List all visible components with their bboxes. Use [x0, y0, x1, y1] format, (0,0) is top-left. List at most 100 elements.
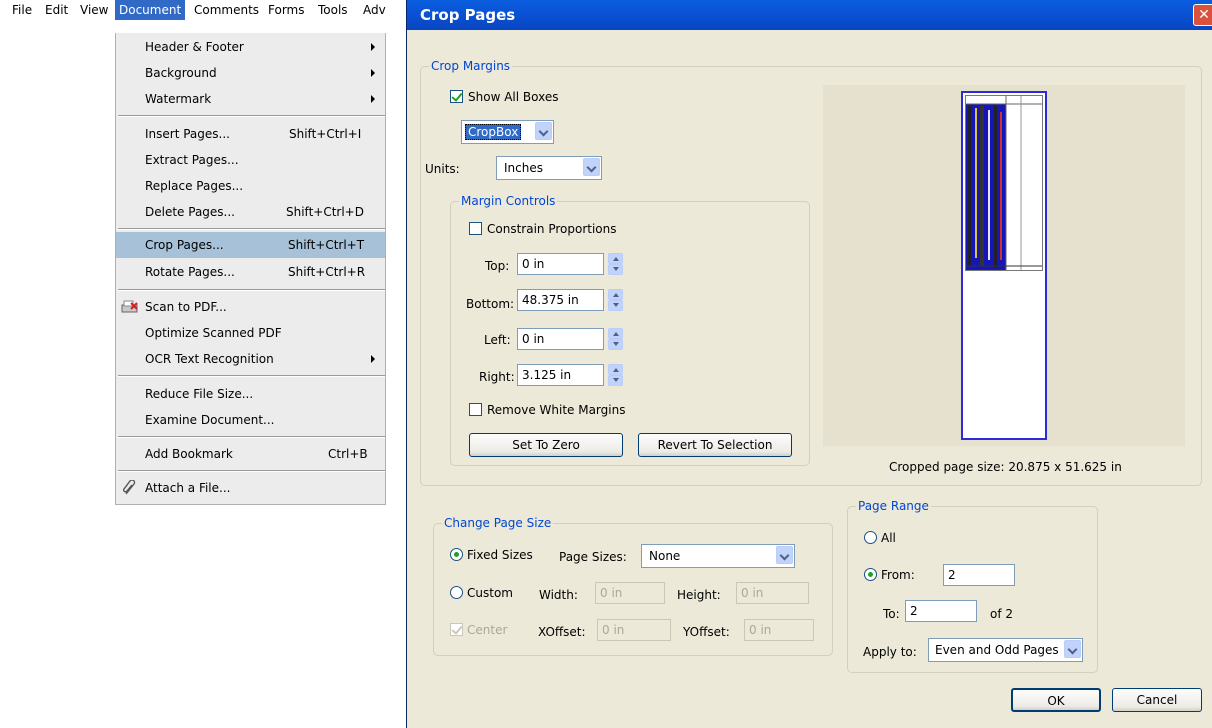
stepper-down-icon[interactable]	[608, 375, 623, 386]
menu-item-label: Scan to PDF...	[145, 300, 227, 314]
to-label: To:	[883, 607, 900, 621]
menu-edit[interactable]: Edit	[45, 3, 68, 17]
menu-file[interactable]: File	[12, 3, 32, 17]
page-range-legend: Page Range	[856, 499, 931, 513]
stepper-up-icon[interactable]	[608, 289, 623, 300]
constrain-proportions-checkbox[interactable]	[469, 222, 482, 235]
chevron-down-icon[interactable]	[1064, 640, 1081, 658]
menu-item-label: OCR Text Recognition	[145, 352, 274, 366]
chevron-down-icon[interactable]	[776, 546, 793, 564]
page-sizes-label: Page Sizes:	[559, 550, 627, 564]
menu-separator	[118, 228, 385, 230]
chevron-down-icon[interactable]	[535, 122, 552, 140]
menu-separator	[118, 115, 385, 117]
menu-item-background[interactable]: Background	[116, 60, 385, 86]
menu-separator	[118, 375, 385, 377]
bottom-margin-input[interactable]: 48.375 in	[517, 289, 604, 311]
stepper-up-icon[interactable]	[608, 328, 623, 339]
menu-view[interactable]: View	[80, 3, 108, 17]
all-pages-label: All	[881, 531, 896, 545]
remove-white-margins-checkbox[interactable]	[469, 403, 482, 416]
apply-to-select[interactable]: Even and Odd Pages	[928, 638, 1083, 662]
change-page-size-legend: Change Page Size	[442, 516, 554, 530]
center-checkbox[interactable]	[450, 623, 463, 636]
right-margin-label: Right:	[479, 370, 515, 384]
menu-item-insert-pages[interactable]: Insert Pages... Shift+Ctrl+I	[116, 121, 385, 147]
from-page-input[interactable]: 2	[943, 564, 1015, 586]
bottom-margin-stepper[interactable]	[608, 289, 623, 311]
menu-item-label: Watermark	[145, 92, 212, 106]
menu-separator	[118, 470, 385, 472]
scanner-icon	[121, 300, 138, 313]
width-input[interactable]: 0 in	[595, 582, 665, 604]
menu-item-shortcut: Shift+Ctrl+T	[288, 238, 365, 252]
page-thumbnail	[961, 91, 1047, 440]
menu-separator	[118, 436, 385, 438]
menu-item-label: Crop Pages...	[145, 238, 224, 252]
xoffset-input[interactable]: 0 in	[597, 619, 671, 641]
menu-item-label: Extract Pages...	[145, 153, 239, 167]
menu-item-optimize-scanned[interactable]: Optimize Scanned PDF	[116, 320, 385, 346]
page-sizes-select[interactable]: None	[641, 544, 795, 568]
menu-document[interactable]: Document	[115, 0, 186, 20]
menu-item-label: Insert Pages...	[145, 127, 230, 141]
close-icon[interactable]: ✕	[1193, 4, 1212, 26]
cancel-button[interactable]: Cancel	[1112, 688, 1202, 712]
page-sizes-value: None	[649, 549, 681, 563]
menu-item-header-footer[interactable]: Header & Footer	[116, 34, 385, 60]
menu-item-ocr[interactable]: OCR Text Recognition	[116, 346, 385, 372]
from-radio[interactable]	[864, 568, 877, 581]
menu-item-reduce-size[interactable]: Reduce File Size...	[116, 381, 385, 407]
box-type-value: CropBox	[465, 124, 522, 140]
menu-item-crop-pages[interactable]: Crop Pages... Shift+Ctrl+T	[116, 232, 385, 258]
menu-item-label: Examine Document...	[145, 413, 275, 427]
custom-label: Custom	[467, 586, 513, 600]
apply-to-value: Even and Odd Pages	[935, 643, 1059, 657]
menu-item-add-bookmark[interactable]: Add Bookmark Ctrl+B	[116, 441, 385, 467]
left-margin-stepper[interactable]	[608, 328, 623, 350]
menu-item-extract-pages[interactable]: Extract Pages...	[116, 147, 385, 173]
menu-item-label: Delete Pages...	[145, 205, 235, 219]
menu-advanced[interactable]: Adv	[363, 3, 386, 17]
chevron-down-icon[interactable]	[583, 158, 600, 176]
right-margin-stepper[interactable]	[608, 364, 623, 386]
left-margin-input[interactable]: 0 in	[517, 328, 604, 350]
height-input[interactable]: 0 in	[736, 582, 809, 604]
menu-item-watermark[interactable]: Watermark	[116, 86, 385, 112]
fixed-sizes-radio[interactable]	[450, 548, 463, 561]
set-to-zero-button[interactable]: Set To Zero	[469, 433, 623, 457]
stepper-up-icon[interactable]	[608, 364, 623, 375]
stepper-down-icon[interactable]	[608, 264, 623, 275]
show-all-boxes-checkbox[interactable]	[450, 90, 463, 103]
custom-radio[interactable]	[450, 586, 463, 599]
stepper-up-icon[interactable]	[608, 253, 623, 264]
stepper-down-icon[interactable]	[608, 339, 623, 350]
all-pages-radio[interactable]	[864, 531, 877, 544]
revert-to-selection-button[interactable]: Revert To Selection	[638, 433, 792, 457]
menu-comments[interactable]: Comments	[194, 3, 259, 17]
menu-bar: File Edit View Document Comments Forms T…	[0, 0, 406, 20]
menu-item-scan-to-pdf[interactable]: Scan to PDF...	[116, 294, 385, 320]
menu-item-attach-file[interactable]: Attach a File...	[116, 475, 385, 501]
menu-item-rotate-pages[interactable]: Rotate Pages... Shift+Ctrl+R	[116, 259, 385, 285]
ok-button[interactable]: OK	[1011, 688, 1101, 712]
top-margin-stepper[interactable]	[608, 253, 623, 275]
menu-item-shortcut: Shift+Ctrl+I	[289, 127, 362, 141]
stepper-down-icon[interactable]	[608, 300, 623, 311]
apply-to-label: Apply to:	[863, 645, 917, 659]
menu-item-examine[interactable]: Examine Document...	[116, 407, 385, 433]
menu-item-delete-pages[interactable]: Delete Pages... Shift+Ctrl+D	[116, 199, 385, 225]
menu-item-shortcut: Shift+Ctrl+D	[286, 205, 364, 219]
to-page-input[interactable]: 2	[905, 600, 977, 622]
right-margin-input[interactable]: 3.125 in	[517, 364, 604, 386]
menu-tools[interactable]: Tools	[318, 3, 348, 17]
yoffset-input[interactable]: 0 in	[744, 619, 814, 641]
menu-forms[interactable]: Forms	[268, 3, 304, 17]
submenu-arrow-icon	[371, 69, 375, 77]
top-margin-input[interactable]: 0 in	[517, 253, 604, 275]
units-select[interactable]: Inches	[496, 156, 602, 180]
remove-white-margins-label: Remove White Margins	[487, 403, 626, 417]
menu-item-replace-pages[interactable]: Replace Pages...	[116, 173, 385, 199]
box-type-select[interactable]: CropBox	[461, 120, 554, 144]
cropped-page-size: Cropped page size: 20.875 x 51.625 in	[889, 460, 1122, 474]
